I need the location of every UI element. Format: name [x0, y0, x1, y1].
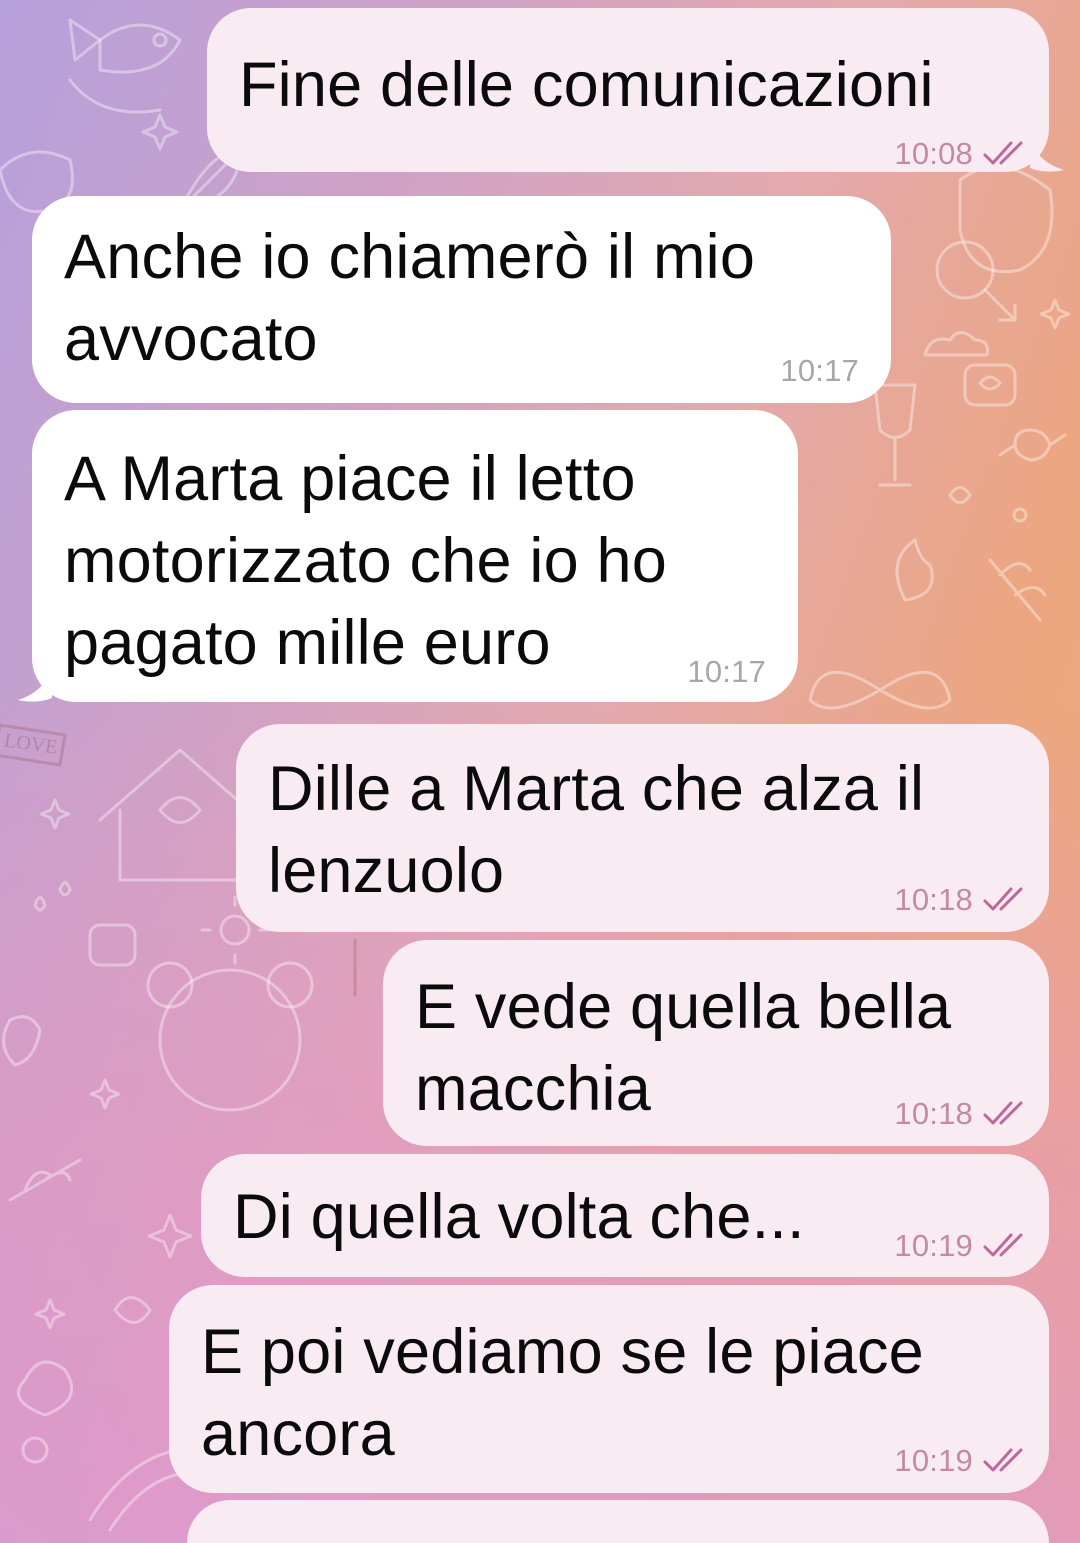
message-text-line: lenzuolo — [268, 836, 505, 906]
sparkle-doodle-icon — [89, 1078, 121, 1110]
leaf-doodle-icon — [8, 1158, 82, 1202]
sparkle-doodle-icon — [39, 798, 71, 830]
lace-heart-doodle-icon — [16, 1360, 74, 1417]
heart-doodle-icon — [113, 1296, 152, 1324]
message-bubble-outgoing[interactable]: E vede quella bella macchia 10:18 — [383, 940, 1049, 1146]
female-symbol-doodle-icon — [935, 240, 1017, 322]
message-bubble-outgoing-partial[interactable] — [187, 1500, 1049, 1543]
candy-doodle-icon — [998, 428, 1067, 462]
heart-doodle-icon — [948, 486, 972, 504]
fox-doodle-icon — [958, 165, 1054, 274]
message-meta: 10:17 — [687, 654, 766, 690]
message-time: 10:19 — [894, 1228, 973, 1263]
message-text-line: A Marta piace il letto — [64, 444, 636, 514]
message-meta: 10:08 — [894, 136, 1029, 172]
love-banner-doodle-icon: LOVE — [0, 723, 67, 767]
fish-doodle-icon — [68, 18, 182, 114]
wine-glass-doodle-icon — [873, 383, 917, 487]
message-meta: 10:17 — [780, 353, 859, 389]
message-text-line: Anche io chiamerò il mio — [64, 222, 756, 292]
drops-doodle-icon — [33, 881, 72, 912]
double-check-icon — [983, 1448, 1023, 1472]
bow-doodle-icon — [808, 670, 952, 710]
cloud-doodle-icon — [923, 331, 989, 357]
double-check-icon — [983, 1233, 1023, 1257]
double-check-icon — [983, 141, 1023, 165]
branch-doodle-icon — [988, 558, 1047, 622]
message-time: 10:18 — [894, 882, 973, 917]
strawberry-doodle-icon — [2, 1015, 42, 1067]
message-text-line: Di quella volta che... — [233, 1182, 805, 1252]
sparkle-doodle-icon — [141, 113, 179, 151]
sparkle-doodle-icon — [34, 1298, 66, 1330]
sparkle-doodle-icon — [147, 1213, 193, 1259]
flame-doodle-icon — [895, 538, 934, 602]
message-meta: 10:19 — [894, 1443, 1029, 1479]
bubble-tail — [18, 668, 52, 702]
love-banner-text: LOVE — [3, 729, 59, 758]
bubble-tail — [1030, 140, 1064, 172]
message-time: 10:19 — [894, 1443, 973, 1478]
message-meta: 10:18 — [894, 882, 1029, 918]
double-check-icon — [983, 887, 1023, 911]
message-time: 10:08 — [894, 136, 973, 171]
message-text-line: Dille a Marta che alza il — [268, 754, 925, 824]
message-bubble-incoming[interactable]: A Marta piace il letto motorizzato che i… — [32, 410, 798, 702]
message-bubble-outgoing[interactable]: Dille a Marta che alza il lenzuolo 10:18 — [236, 724, 1049, 932]
message-bubble-outgoing[interactable]: Di quella volta che... 10:19 — [201, 1154, 1049, 1277]
heart-box-doodle-icon — [963, 363, 1017, 407]
sparkle-doodle-icon — [1039, 298, 1071, 330]
message-text-line: E vede quella bella — [415, 972, 952, 1042]
message-meta: 10:18 — [894, 1096, 1029, 1132]
message-time: 10:17 — [687, 654, 766, 689]
message-text-line: Fine delle comunicazioni — [239, 50, 934, 120]
message-time: 10:17 — [780, 353, 859, 388]
message-time: 10:18 — [894, 1096, 973, 1131]
double-check-icon — [983, 1101, 1023, 1125]
message-bubble-outgoing[interactable]: E poi vediamo se le piace ancora 10:19 — [169, 1285, 1049, 1493]
message-text-line: ancora — [201, 1399, 395, 1469]
message-text-line: avvocato — [64, 304, 318, 374]
sun-doodle-icon — [21, 1436, 49, 1464]
message-text-line: motorizzato che io ho — [64, 526, 668, 596]
message-text-line: macchia — [415, 1054, 651, 1124]
heart-box-doodle-icon — [88, 923, 137, 967]
teddy-bear-doodle-icon — [146, 961, 314, 1112]
message-text-line: pagato mille euro — [64, 608, 551, 678]
message-meta: 10:19 — [894, 1228, 1029, 1264]
message-bubble-outgoing[interactable]: Fine delle comunicazioni 10:08 — [207, 8, 1049, 172]
message-text-line: E poi vediamo se le piace — [201, 1317, 924, 1387]
message-bubble-incoming[interactable]: Anche io chiamerò il mio avvocato 10:17 — [32, 196, 891, 403]
